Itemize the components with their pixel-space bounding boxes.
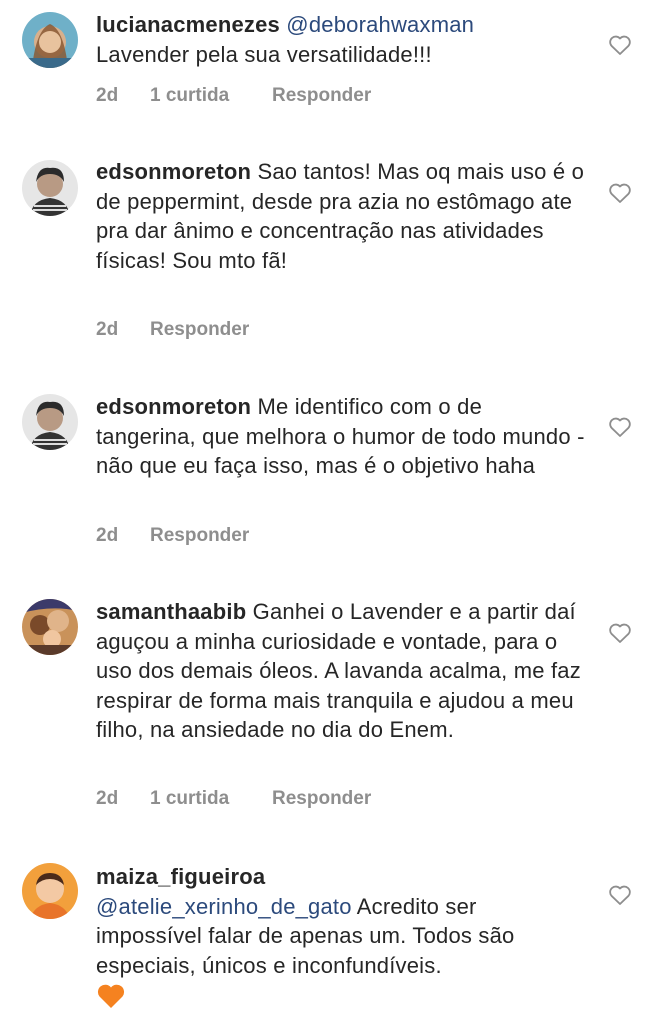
timestamp: 2d (96, 85, 119, 106)
avatar[interactable] (22, 160, 78, 216)
comment-meta: 2d Responder (96, 319, 249, 341)
username[interactable]: edsonmoreton (96, 394, 251, 419)
reply-button[interactable]: Responder (272, 85, 371, 107)
timestamp: 2d (96, 319, 119, 340)
avatar[interactable] (22, 12, 78, 68)
reply-button[interactable]: Responder (150, 525, 249, 547)
avatar[interactable] (22, 599, 78, 655)
heart-icon[interactable] (608, 416, 632, 438)
timestamp: 2d (96, 525, 119, 546)
like-count[interactable]: 1 curtida (150, 788, 272, 810)
heart-icon[interactable] (608, 34, 632, 56)
comment-meta: 2d 1 curtida Responder (96, 788, 371, 810)
username[interactable]: lucianacmenezes (96, 12, 280, 37)
comment-meta: 2d Responder (96, 525, 249, 547)
avatar[interactable] (22, 394, 78, 450)
mention-link[interactable]: @atelie_xerinho_de_gato (96, 894, 352, 919)
comment-meta: 2d 1 curtida Responder (96, 85, 371, 107)
mention-link[interactable]: @deborahwaxman (286, 12, 474, 37)
username[interactable]: maiza_figueiroa (96, 864, 265, 889)
avatar[interactable] (22, 863, 78, 919)
reply-button[interactable]: Responder (272, 788, 371, 810)
heart-icon[interactable] (608, 182, 632, 204)
comment-text: Lavender pela sua versatilidade!!! (96, 41, 432, 67)
heart-icon[interactable] (608, 622, 632, 644)
comment-body: edsonmoreton Me identifico com o de tang… (96, 392, 586, 481)
orange-heart-icon (96, 982, 126, 1010)
comment-body: maiza_figueiroa @atelie_xerinho_de_gato … (96, 862, 586, 1010)
comment-body: edsonmoreton Sao tantos! Mas oq mais uso… (96, 157, 586, 275)
comment-body: samanthaabib Ganhei o Lavender e a parti… (96, 597, 586, 745)
heart-icon[interactable] (608, 884, 632, 906)
username[interactable]: edsonmoreton (96, 159, 251, 184)
timestamp: 2d (96, 788, 119, 809)
reply-button[interactable]: Responder (150, 319, 249, 341)
comment-body: lucianacmenezes @deborahwaxman Lavender … (96, 10, 586, 69)
like-count[interactable]: 1 curtida (150, 85, 272, 107)
username[interactable]: samanthaabib (96, 599, 246, 624)
